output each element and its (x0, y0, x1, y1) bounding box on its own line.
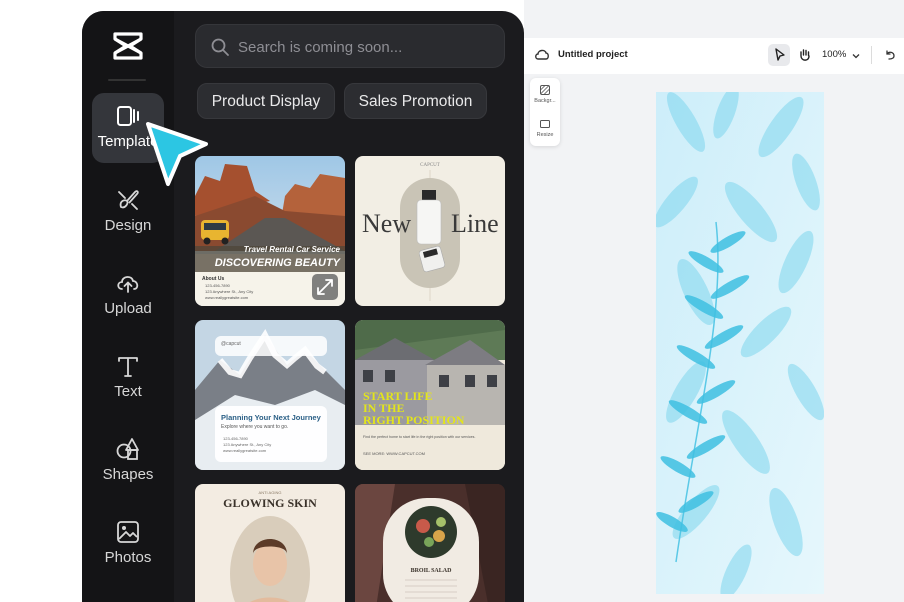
resize-label: Resize (536, 132, 554, 138)
editor-area: Untitled project 100% Backgr... Resize (524, 0, 904, 602)
card-startlife-url: SEE MORE: WWW.CAPCUT.COM (363, 451, 425, 456)
card-salad-title: BROIL SALAD (411, 568, 453, 574)
resize-button[interactable]: Resize (530, 118, 560, 138)
sidebar-item-text[interactable]: Text (92, 343, 164, 413)
expand-icon[interactable] (312, 274, 338, 300)
card-journey-title: Planning Your Next Journey (221, 413, 322, 422)
template-thumbnail: @capcut Planning Your Next Journey Explo… (195, 320, 345, 470)
search-bar[interactable] (195, 24, 505, 68)
background-label: Backgr... (534, 98, 556, 104)
project-title[interactable]: Untitled project (558, 49, 628, 60)
card-car-title: DISCOVERING BEAUTY (215, 257, 342, 269)
hand-tool-button[interactable] (794, 44, 816, 66)
sidebar-item-upload[interactable]: Upload (92, 260, 164, 330)
card-glowing-eyebrow: ANTI AGING (259, 490, 282, 495)
toolbar-divider (871, 46, 872, 64)
sidebar-item-shapes[interactable]: Shapes (92, 426, 164, 496)
capcut-logo-icon (113, 32, 143, 60)
card-newline-brand: CAPCUT (420, 163, 440, 168)
rail-divider (108, 79, 146, 81)
template-thumbnail: Travel Rental Car Service DISCOVERING BE… (195, 156, 345, 306)
chevron-down-icon[interactable] (851, 51, 861, 61)
search-input[interactable] (238, 33, 488, 61)
undo-icon[interactable] (884, 49, 896, 61)
sidebar-item-photos[interactable]: Photos (92, 509, 164, 579)
template-card-broil-salad[interactable]: BROIL SALAD (355, 484, 505, 602)
card-journey-bullet: www.reallygreatsite.com (223, 448, 267, 453)
card-startlife-title: RIGHT POSITION (363, 413, 465, 427)
canvas-side-menu: Backgr... Resize (530, 78, 560, 146)
card-journey-bullet: 123 Anywhere St., Any City (223, 442, 271, 447)
card-car-small-heading: About Us (202, 276, 224, 282)
card-newline-word-right: Line (451, 209, 499, 238)
hand-icon (800, 49, 810, 61)
card-car-line: www.reallygreatsite.com (205, 295, 249, 300)
shapes-icon (116, 438, 139, 460)
template-card-new-line[interactable]: CAPCUT New Line (355, 156, 505, 306)
resize-icon (540, 120, 550, 128)
card-journey-tag: @capcut (221, 341, 241, 347)
design-icon (118, 190, 139, 210)
text-icon (118, 357, 138, 377)
template-card-glowing-skin[interactable]: ANTI AGING GLOWING SKIN (195, 484, 345, 602)
template-thumbnail: ANTI AGING GLOWING SKIN (195, 484, 345, 602)
card-journey-subtitle: Explore where you want to go. (221, 424, 288, 430)
canvas-leaf-artwork (656, 92, 824, 594)
template-card-start-life[interactable]: START LIFE IN THE RIGHT POSITION Find th… (355, 320, 505, 470)
template-card-journey[interactable]: @capcut Planning Your Next Journey Explo… (195, 320, 345, 470)
sidebar-item-label: Upload (104, 300, 152, 317)
card-journey-bullet: 123-456-7890 (223, 436, 249, 441)
background-button[interactable]: Backgr... (530, 84, 560, 104)
sidebar-item-label: Text (114, 383, 142, 400)
card-car-line: 123 Anywhere St., Any City (205, 289, 253, 294)
card-newline-word-left: New (362, 209, 411, 238)
sidebar-item-label: Design (104, 217, 152, 234)
zoom-level[interactable]: 100% (822, 49, 846, 60)
screen: Template Design Upload Text Shapes Photo… (0, 0, 904, 602)
card-startlife-body: Find the perfect home to start life in t… (363, 435, 475, 439)
template-thumbnail: START LIFE IN THE RIGHT POSITION Find th… (355, 320, 505, 470)
template-card-travel-car[interactable]: Travel Rental Car Service DISCOVERING BE… (195, 156, 345, 306)
upload-icon (117, 276, 139, 293)
category-chip-sales-promotion[interactable]: Sales Promotion (344, 83, 487, 119)
sidebar-item-label: Photos (104, 549, 152, 566)
category-chip-product-display[interactable]: Product Display (197, 83, 335, 119)
pointer-cursor-icon (146, 122, 208, 186)
card-car-subtitle: Travel Rental Car Service (244, 245, 341, 254)
card-glowing-title: GLOWING SKIN (223, 496, 317, 510)
search-icon (211, 38, 229, 56)
background-icon (540, 85, 550, 95)
select-tool-button[interactable] (768, 44, 790, 66)
cloud-icon[interactable] (534, 48, 550, 62)
template-thumbnail: CAPCUT New Line (355, 156, 505, 306)
template-thumbnail: BROIL SALAD (355, 484, 505, 602)
cursor-arrow-icon (775, 48, 785, 61)
photos-icon (117, 521, 139, 543)
card-car-line: 123-456-7890 (205, 283, 231, 288)
sidebar-item-label: Shapes (102, 466, 154, 483)
design-canvas[interactable] (656, 92, 824, 594)
editor-topbar: Untitled project 100% (524, 38, 904, 74)
left-panel: Template Design Upload Text Shapes Photo… (82, 11, 524, 602)
template-icon (117, 106, 139, 126)
sidebar-rail: Template Design Upload Text Shapes Photo… (82, 11, 174, 602)
